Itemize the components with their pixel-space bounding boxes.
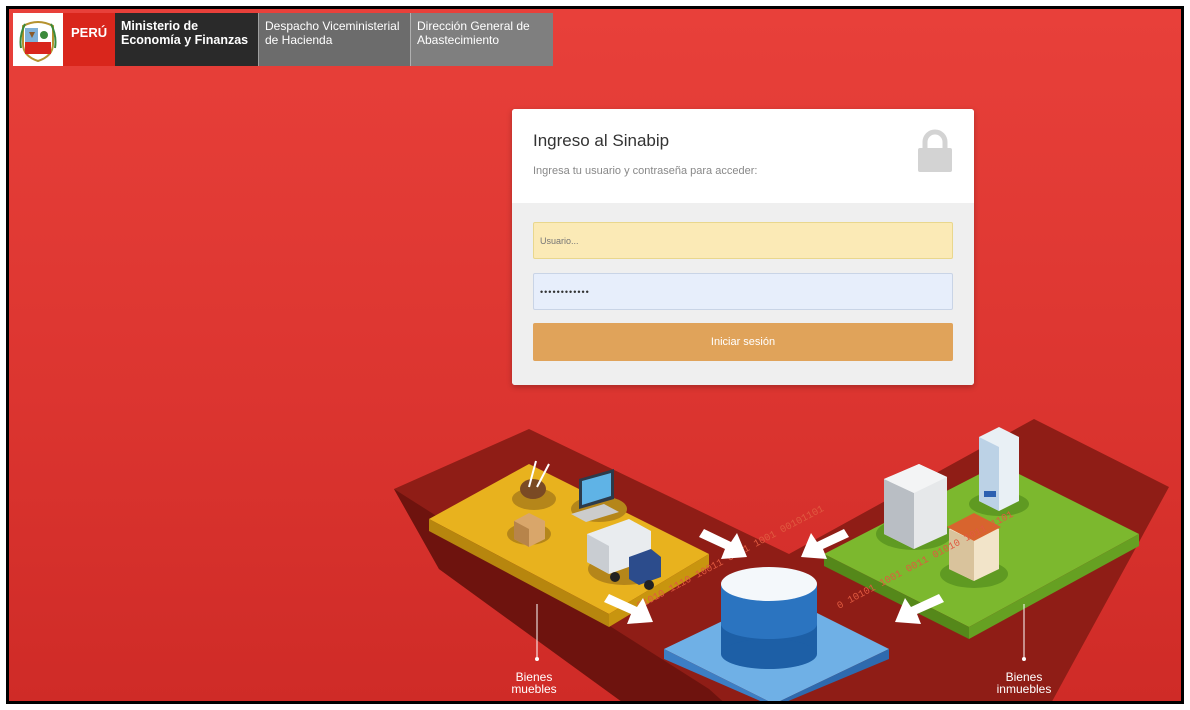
login-form: Iniciar sesión: [512, 203, 974, 385]
binary-left-text: 01010 1110 10011 0 01 1001 00101101: [636, 504, 827, 612]
movable-assets-platform: [429, 464, 709, 614]
dga-line-1: Dirección General de: [417, 19, 530, 33]
login-card-header: Ingreso al Sinabip Ingresa tu usuario y …: [512, 109, 974, 203]
real-estate-platform: [824, 464, 1139, 627]
ministry-label: Ministerio de Economía y Finanzas: [115, 13, 258, 66]
password-input[interactable]: [533, 273, 953, 310]
page-frame: PERÚ Ministerio de Economía y Finanzas D…: [6, 6, 1184, 704]
lock-icon: [916, 129, 954, 178]
dga-line-2: Abastecimiento: [417, 33, 500, 47]
arrow-icons: [604, 529, 944, 624]
movable-label-line-2: muebles: [511, 682, 557, 696]
vice-line-2: de Hacienda: [265, 33, 333, 47]
movable-assets-label: Bienes muebles: [504, 671, 564, 695]
peru-crest-icon: [13, 13, 63, 66]
login-subtitle: Ingresa tu usuario y contraseña para acc…: [533, 165, 758, 177]
database-icon: [721, 567, 817, 669]
vice-ministry-label: Despacho Viceministerial de Hacienda: [258, 13, 410, 66]
username-input[interactable]: [533, 222, 953, 259]
login-title: Ingreso al Sinabip: [533, 131, 670, 150]
login-card: Ingreso al Sinabip Ingresa tu usuario y …: [512, 109, 974, 385]
ministry-line-1: Ministerio de: [121, 19, 199, 33]
directorate-label: Dirección General de Abastecimiento: [410, 13, 553, 66]
government-header: PERÚ Ministerio de Economía y Finanzas D…: [13, 13, 553, 66]
real-estate-label: Bienes inmuebles: [984, 671, 1064, 695]
binary-right-text: 0 10101 1001 0011 01010 1011 1101: [836, 510, 1016, 613]
database-platform: [664, 594, 889, 701]
peru-label: PERÚ: [63, 13, 115, 66]
vice-line-1: Despacho Viceministerial: [265, 19, 400, 33]
login-button[interactable]: Iniciar sesión: [533, 323, 953, 361]
ministry-line-2: Economía y Finanzas: [121, 33, 249, 47]
real-estate-label-line-2: inmuebles: [996, 682, 1052, 696]
